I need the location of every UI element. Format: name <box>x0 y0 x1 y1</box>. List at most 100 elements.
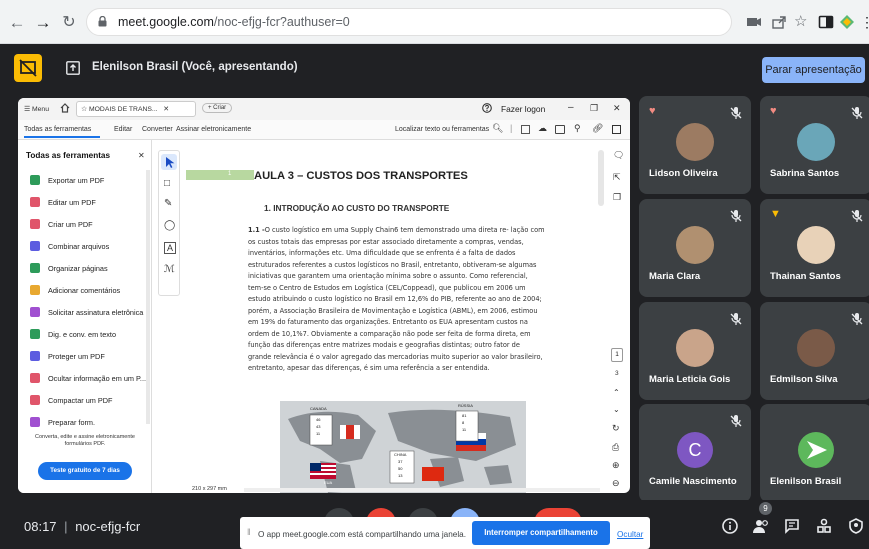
tool-item[interactable]: Criar um PDF <box>18 216 144 234</box>
tool-label: Preparar form. <box>48 418 96 427</box>
map-label-eua: EUA <box>324 480 333 485</box>
stop-sharing-button[interactable]: Interromper compartilhamento <box>472 521 610 545</box>
menu-editar[interactable]: Editar <box>114 126 132 133</box>
login-link[interactable]: Fazer logon <box>501 104 545 114</box>
select-cursor-icon[interactable] <box>161 154 177 170</box>
clock: 08:17 <box>24 519 57 534</box>
home-icon[interactable] <box>60 103 70 113</box>
tool-item[interactable]: Exportar um PDF <box>18 172 144 190</box>
paragraph-number: 1.1 - <box>248 226 265 234</box>
tools-panel-title: Todas as ferramentas <box>26 151 111 160</box>
hide-notice-link[interactable]: Ocultar <box>617 530 643 539</box>
stop-presenting-button[interactable]: Parar apresentação <box>762 57 865 83</box>
tool-item[interactable]: Combinar arquivos <box>18 238 144 256</box>
paragraph-line: tem-se o Centro de Estudos em Logística … <box>248 283 526 292</box>
avatar <box>797 123 835 161</box>
maximize-icon[interactable]: ❐ <box>590 103 598 114</box>
forward-icon[interactable]: → <box>34 14 52 32</box>
mail-icon[interactable] <box>612 125 621 134</box>
heart-reaction-icon: ♥ <box>649 105 656 117</box>
rotate-icon[interactable]: ↻ <box>612 423 620 434</box>
extension-icon[interactable] <box>838 14 854 30</box>
avatar <box>797 329 835 367</box>
host-controls-icon[interactable] <box>848 518 864 534</box>
tool-icon <box>30 373 40 383</box>
trial-button[interactable]: Teste gratuito de 7 dias <box>38 462 132 480</box>
share-icon[interactable] <box>771 14 787 30</box>
activities-icon[interactable] <box>816 518 832 534</box>
page-up-icon[interactable]: ⌃ <box>613 388 620 397</box>
tool-icon <box>30 175 40 185</box>
menu-dots-icon[interactable]: ⋮ <box>860 14 869 30</box>
tool-item[interactable]: Preparar form. <box>18 414 144 432</box>
map-values-china: 37 50 13 <box>398 459 403 478</box>
sign-icon[interactable]: ℳ <box>164 264 175 275</box>
pages-icon[interactable]: ❐ <box>613 192 621 203</box>
toolbar-separator: | <box>510 123 513 133</box>
zoom-out-icon[interactable]: ⊖ <box>612 478 620 489</box>
bookmark-star-icon[interactable]: ☆ <box>794 14 810 30</box>
horizontal-scrollbar[interactable] <box>244 488 600 492</box>
participant-name: Thainan Santos <box>770 271 841 282</box>
page-down-icon[interactable]: ⌄ <box>613 405 620 414</box>
text-box-icon[interactable]: A <box>164 242 177 254</box>
back-icon[interactable]: ← <box>8 14 26 32</box>
people-icon[interactable] <box>752 518 770 534</box>
zoom-in-icon[interactable]: ⊕ <box>612 460 620 471</box>
link-icon[interactable]: 🔗︎ <box>592 123 603 134</box>
tool-label: Criar um PDF <box>48 220 93 229</box>
participant-name: Edmilson Silva <box>770 374 838 385</box>
search-tools-field[interactable]: Localizar texto ou ferramentas <box>395 126 489 133</box>
map-values-russia: 81 8 11 <box>462 413 467 432</box>
tool-label: Ocultar informação em um P... <box>48 374 147 383</box>
new-tab-button[interactable]: + Criar <box>202 103 233 113</box>
search-zoom-icon[interactable]: ⚲ <box>574 123 581 134</box>
participant-name: Lidson Oliveira <box>649 168 718 179</box>
tool-item[interactable]: Editar um PDF <box>18 194 144 212</box>
drag-handle-icon[interactable]: ‖ <box>247 527 251 537</box>
tool-item[interactable]: Solicitar assinatura eletrônica <box>18 304 144 322</box>
minimize-icon[interactable]: – <box>568 102 574 113</box>
cast-icon[interactable] <box>746 14 762 30</box>
search-icon[interactable]: 🔍︎ <box>492 123 503 134</box>
tool-icon <box>30 395 40 405</box>
comment-icon[interactable]: □ <box>164 178 170 189</box>
tool-icon <box>30 417 40 427</box>
reload-icon[interactable]: ↻ <box>60 14 78 32</box>
lasso-icon[interactable]: ◯ <box>164 220 175 231</box>
mic-off-icon <box>730 107 742 119</box>
tool-icon <box>30 197 40 207</box>
tool-item[interactable]: Organizar páginas <box>18 260 144 278</box>
pen-icon[interactable]: ✎ <box>164 198 172 209</box>
comment-panel-icon[interactable]: 🗨︎ <box>613 150 624 161</box>
menu-converter[interactable]: Converter <box>142 126 173 133</box>
tool-item[interactable]: Adicionar comentários <box>18 282 144 300</box>
export-icon[interactable]: ⇱ <box>613 172 621 183</box>
chat-icon[interactable] <box>784 518 800 534</box>
tool-item[interactable]: Ocultar informação em um P... <box>18 370 147 388</box>
paragraph-line: 1.1 -O custo logístico em uma Supply Cha… <box>248 226 545 234</box>
menu-assinar[interactable]: Assinar eletronicamente <box>176 126 251 133</box>
info-icon[interactable] <box>722 518 738 534</box>
tool-label: Solicitar assinatura eletrônica <box>48 308 144 317</box>
acrobat-menu-button[interactable]: ☰ Menu <box>24 105 49 113</box>
url-text[interactable]: meet.google.com/noc-efjg-fcr?authuser=0 <box>118 15 350 29</box>
panel-scrollbar[interactable] <box>146 170 150 424</box>
save-icon[interactable]: ⎙ <box>612 442 619 453</box>
participant-name: Camile Nascimento <box>649 476 737 487</box>
cloud-icon[interactable]: ☁ <box>538 123 547 134</box>
tool-item[interactable]: Dig. e conv. em texto <box>18 326 144 344</box>
doc-subheading: 1. INTRODUÇÃO AO CUSTO DO TRANSPORTE <box>264 203 450 213</box>
tool-item[interactable]: Proteger um PDF <box>18 348 144 366</box>
view-icon[interactable] <box>521 125 530 134</box>
print-icon[interactable] <box>555 125 565 134</box>
doc-scrollbar[interactable] <box>598 150 604 206</box>
tool-item[interactable]: Compactar um PDF <box>18 392 144 410</box>
close-window-icon[interactable]: ✕ <box>613 103 621 114</box>
page-number-box[interactable]: 1 <box>611 348 623 362</box>
close-panel-icon[interactable]: ✕ <box>138 151 145 160</box>
paragraph-line: os custos totais das empresas por estar … <box>248 237 524 246</box>
help-icon[interactable] <box>482 103 492 113</box>
sidepanel-icon[interactable] <box>818 14 834 30</box>
menu-todas-ferramentas[interactable]: Todas as ferramentas <box>24 126 91 133</box>
